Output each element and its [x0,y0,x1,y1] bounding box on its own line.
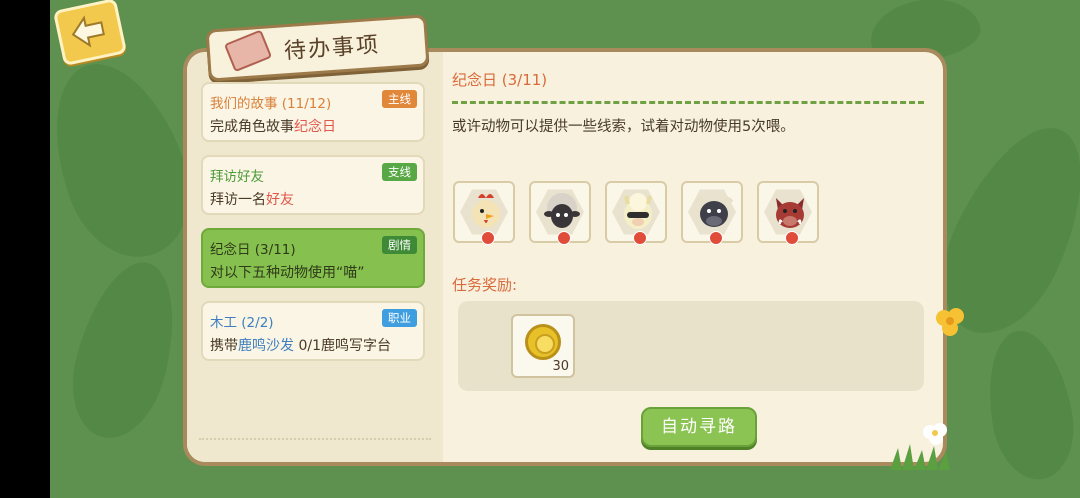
chicken-icon [472,194,500,228]
bull-icon [694,197,734,227]
animal-slot-bull[interactable] [681,181,743,245]
quest-desc: 完成角色故事纪念日 [210,119,336,135]
grass-icon [890,444,950,470]
animal-slot-chicken[interactable] [453,181,515,245]
quest-tag-job: 职业 [382,309,417,327]
background-leaf [977,324,1080,486]
reward-count: 30 [552,359,569,374]
divider [199,438,431,440]
quest-tag-story: 剧情 [382,236,417,254]
quest-tag-side: 支线 [382,163,417,181]
quest-desc: 对以下五种动物使用“喵” [210,265,365,281]
page-title: 待办事项 [283,32,381,65]
quest-title: 纪念日 (3/11) [210,242,296,258]
boar-icon [776,198,804,228]
quest-item-main[interactable]: 我们的故事 (11/12) 主线 完成角色故事纪念日 [201,82,425,142]
flower-icon [936,308,964,336]
status-badge [481,231,495,245]
divider [452,101,924,104]
animal-slot-boar[interactable] [757,181,819,245]
quest-item-side[interactable]: 拜访好友 支线 拜访一名好友 [201,155,425,215]
back-button[interactable] [52,0,128,67]
black-sheep-icon [544,193,580,228]
status-badge [709,231,723,245]
quest-tag-main: 主线 [382,90,417,108]
reward-item[interactable]: 30 [511,314,575,378]
quest-item-story[interactable]: 纪念日 (3/11) 剧情 对以下五种动物使用“喵” [201,228,425,288]
status-badge [557,231,571,245]
status-badge [785,231,799,245]
ticket-icon [223,29,273,73]
detail-description: 或许动物可以提供一些线索，试着对动物使用5次喂。 [452,119,795,135]
reward-label: 任务奖励: [452,276,518,294]
back-arrow-icon [71,15,105,48]
quest-title: 拜访好友 [210,169,264,185]
screen-edge [0,0,50,498]
background-leaf [58,251,192,449]
quest-desc: 携带鹿鸣沙发 0/1鹿鸣写字台 [210,338,391,354]
alpaca-icon [624,193,652,229]
quest-title: 木工 (2/2) [210,315,274,331]
quest-title: 我们的故事 (11/12) [210,96,332,112]
animal-slot-sheep[interactable] [529,181,591,245]
auto-path-button[interactable]: 自动寻路 [641,407,757,447]
quest-item-job[interactable]: 木工 (2/2) 职业 携带鹿鸣沙发 0/1鹿鸣写字台 [201,301,425,361]
animal-slot-alpaca[interactable] [605,181,667,245]
gold-coin-icon [525,324,561,360]
detail-title: 纪念日 (3/11) [452,71,548,89]
status-badge [633,231,647,245]
quest-desc: 拜访一名好友 [210,192,294,208]
